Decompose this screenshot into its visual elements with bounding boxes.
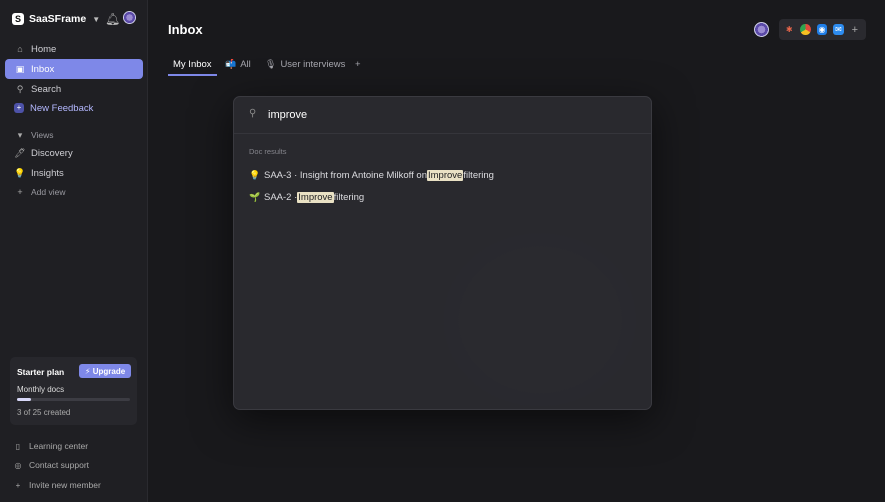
mailbox-icon: 📬 bbox=[225, 58, 237, 69]
invite-member-link[interactable]: + Invite new member bbox=[13, 478, 101, 492]
avatar[interactable] bbox=[123, 11, 136, 24]
workspace-logo: S bbox=[12, 13, 24, 25]
chevron-down-icon: ▼ bbox=[92, 14, 101, 24]
sidebar-item-home[interactable]: ⌂ Home bbox=[5, 39, 143, 59]
caret-down-icon: ▾ bbox=[17, 129, 23, 140]
sidebar-item-inbox[interactable]: ▣ Inbox bbox=[5, 59, 143, 79]
footer-label: Invite new member bbox=[29, 480, 101, 490]
bell-icon[interactable]: 🔔︎ bbox=[105, 12, 120, 26]
result-text-before: SAA-3 · Insight from Antoine Milkoff on bbox=[264, 169, 427, 181]
pen-icon: 🖊 bbox=[14, 147, 26, 158]
result-match-highlight: Improve bbox=[426, 169, 464, 181]
seedling-icon: 🌱 bbox=[249, 191, 261, 202]
intercom-icon[interactable]: ◉ bbox=[816, 24, 828, 35]
add-integration-icon[interactable]: + bbox=[850, 24, 860, 36]
sidebar-item-search[interactable]: ⚲ Search bbox=[5, 79, 143, 99]
sidebar-item-label: Discovery bbox=[31, 147, 73, 159]
inbox-icon: ▣ bbox=[15, 63, 25, 74]
tab-label: All bbox=[240, 58, 251, 70]
plus-icon: + bbox=[15, 480, 21, 490]
search-result[interactable]: 💡 SAA-3 · Insight from Antoine Milkoff o… bbox=[249, 167, 494, 183]
plan-card: Starter plan ⚡︎ Upgrade Monthly docs 3 o… bbox=[10, 357, 137, 425]
search-icon: ⚲ bbox=[249, 108, 257, 119]
search-modal: ⚲ Doc results 💡 SAA-3 · Insight from Ant… bbox=[233, 96, 652, 410]
bolt-icon: ⚡︎ bbox=[84, 366, 91, 376]
search-input[interactable] bbox=[268, 107, 628, 123]
section-label: Doc results bbox=[249, 147, 287, 156]
search-icon: ⚲ bbox=[16, 83, 24, 94]
usage-progress-fill bbox=[17, 398, 31, 401]
plus-icon: + bbox=[17, 187, 23, 197]
upgrade-label: Upgrade bbox=[92, 366, 126, 376]
new-feedback-button[interactable]: + New Feedback bbox=[5, 98, 143, 118]
microphone-icon: 🎙 bbox=[265, 58, 277, 69]
usage-progress-bar bbox=[17, 398, 130, 401]
tab-label: My Inbox bbox=[173, 58, 212, 70]
lightbulb-icon: 💡 bbox=[249, 169, 261, 180]
add-view-button[interactable]: + Add view bbox=[5, 182, 143, 202]
tab-label: User interviews bbox=[280, 58, 346, 70]
search-bar: ⚲ bbox=[234, 97, 651, 134]
mail-icon[interactable]: ✉ bbox=[833, 24, 844, 35]
result-text-before: SAA-2 · bbox=[264, 191, 298, 203]
lightbulb-icon: 💡 bbox=[14, 167, 26, 178]
result-text-after: filtering bbox=[333, 191, 365, 203]
sidebar-item-label: Inbox bbox=[31, 63, 55, 75]
sidebar-item-insights[interactable]: 💡 Insights bbox=[5, 163, 143, 183]
slack-icon[interactable]: ✱ bbox=[784, 24, 794, 35]
plan-subtitle: Monthly docs bbox=[17, 385, 65, 394]
search-result[interactable]: 🌱 SAA-2 · Improve filtering bbox=[249, 189, 364, 205]
avatar[interactable] bbox=[754, 22, 769, 37]
sidebar-item-label: New Feedback bbox=[30, 102, 94, 114]
tab-user-interviews[interactable]: 🎙 User interviews bbox=[265, 52, 345, 76]
views-label: Views bbox=[31, 130, 54, 140]
workspace-switcher[interactable]: S SaaSFrame ▼ 🔔︎ bbox=[12, 10, 140, 28]
add-view-label: Add view bbox=[31, 187, 66, 197]
sidebar-item-discovery[interactable]: 🖊 Discovery bbox=[5, 143, 143, 163]
book-icon: ▯ bbox=[15, 441, 21, 451]
upgrade-button[interactable]: ⚡︎ Upgrade bbox=[79, 364, 131, 378]
learning-center-link[interactable]: ▯ Learning center bbox=[13, 439, 88, 453]
integrations-bar[interactable]: ✱ ◉ ✉ + bbox=[779, 19, 866, 40]
sidebar: S SaaSFrame ▼ 🔔︎ ⌂ Home ▣ Inbox ⚲ Search… bbox=[0, 0, 148, 502]
tab-all[interactable]: 📬 All bbox=[225, 52, 251, 76]
plus-square-icon: + bbox=[14, 103, 24, 113]
footer-label: Contact support bbox=[29, 460, 90, 470]
plan-title: Starter plan bbox=[17, 367, 65, 377]
result-text-after: filtering bbox=[463, 169, 494, 181]
workspace-name: SaaSFrame bbox=[29, 13, 87, 25]
chrome-icon[interactable] bbox=[800, 24, 811, 35]
page-title: Inbox bbox=[168, 22, 203, 37]
home-icon: ⌂ bbox=[17, 44, 23, 54]
sidebar-item-label: Insights bbox=[31, 167, 64, 179]
plus-icon: + bbox=[355, 58, 361, 70]
tab-my-inbox[interactable]: My Inbox bbox=[168, 52, 217, 76]
sidebar-item-label: Search bbox=[31, 83, 62, 95]
plan-usage-count: 3 of 25 created bbox=[17, 408, 71, 417]
contact-support-link[interactable]: ◎ Contact support bbox=[13, 458, 90, 472]
footer-label: Learning center bbox=[29, 441, 89, 451]
support-icon: ◎ bbox=[14, 460, 22, 470]
sidebar-item-label: Home bbox=[31, 43, 57, 55]
add-tab-button[interactable]: + bbox=[355, 52, 361, 76]
views-section-toggle[interactable]: ▾ Views bbox=[5, 125, 143, 145]
result-match-highlight: Improve bbox=[297, 191, 334, 203]
